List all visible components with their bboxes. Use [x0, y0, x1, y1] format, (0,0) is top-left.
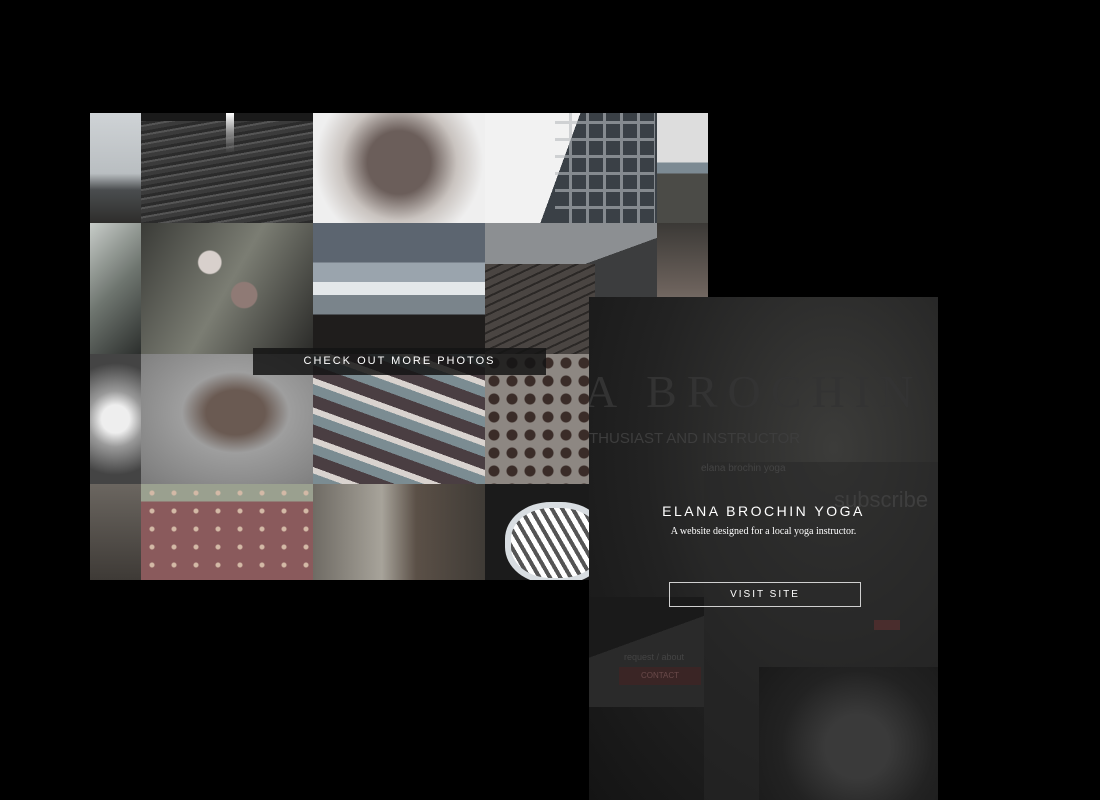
preview-contact-button: CONTACT	[619, 667, 701, 685]
photo-tile-rocky-coast	[657, 113, 708, 223]
photo-tile-coast-sky	[90, 113, 141, 223]
preview-small-title: elana brochin yoga	[701, 463, 786, 474]
photo-tile-food-closeup	[313, 113, 485, 223]
photo-tile-glass-ornament	[90, 354, 141, 484]
photo-tile-strawberry	[141, 484, 313, 580]
photo-tile-flower-garland	[141, 223, 313, 354]
photo-tile-rooster	[313, 484, 485, 580]
more-photos-button[interactable]: CHECK OUT MORE PHOTOS	[253, 348, 546, 375]
photo-tile-ocean-waves	[313, 223, 485, 354]
preview-submit-button	[874, 620, 900, 630]
project-card[interactable]: A BROCHIN THUSIAST AND INSTRUCTOR elana …	[589, 297, 938, 800]
photo-tile-palm-leaf	[90, 223, 141, 354]
visit-site-button[interactable]: VISIT SITE	[669, 582, 861, 607]
photo-tile-market-stand	[90, 484, 141, 580]
photo-tile-dark-water	[141, 113, 313, 223]
photo-tile-building-facade	[485, 113, 657, 223]
preview-footer-links: request / about	[624, 652, 685, 662]
project-description: A website designed for a local yoga inst…	[670, 526, 857, 537]
preview-photo	[759, 667, 938, 800]
preview-tagline: THUSIAST AND INSTRUCTOR	[589, 430, 801, 447]
project-title: ELANA BROCHIN YOGA	[662, 503, 865, 519]
preview-brand-text: A BROCHIN	[589, 366, 924, 417]
